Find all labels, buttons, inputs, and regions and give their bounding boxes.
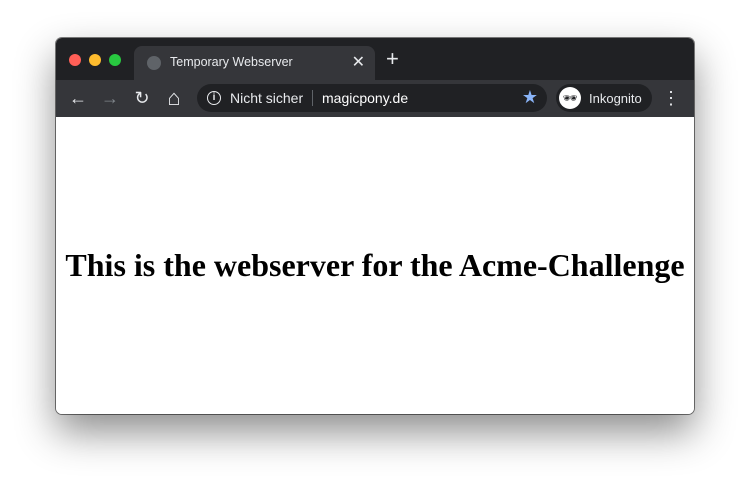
url-text[interactable]: magicpony.de xyxy=(322,90,408,106)
browser-window: Temporary Webserver ✕ + ← → ↻ ⌂ i Nicht … xyxy=(56,38,694,414)
info-icon[interactable]: i xyxy=(207,91,221,105)
incognito-label: Inkognito xyxy=(589,91,642,106)
forward-button[interactable]: → xyxy=(98,86,122,110)
incognito-icon: 🕶 xyxy=(559,87,581,109)
divider xyxy=(312,90,313,106)
address-bar[interactable]: i Nicht sicher magicpony.de ★ xyxy=(197,84,547,112)
tab-close-icon[interactable]: ✕ xyxy=(352,52,365,72)
home-button[interactable]: ⌂ xyxy=(162,86,186,110)
tab-strip: Temporary Webserver ✕ + xyxy=(56,38,694,80)
toolbar: ← → ↻ ⌂ i Nicht sicher magicpony.de ★ 🕶 … xyxy=(56,80,694,117)
new-tab-button[interactable]: + xyxy=(386,48,399,70)
zoom-window-button[interactable] xyxy=(109,54,121,66)
tab-title: Temporary Webserver xyxy=(170,55,293,69)
incognito-profile-button[interactable]: 🕶 Inkognito xyxy=(556,84,652,112)
security-label[interactable]: Nicht sicher xyxy=(230,90,303,106)
globe-icon xyxy=(147,56,161,70)
reload-button[interactable]: ↻ xyxy=(130,86,154,110)
tab-active[interactable]: Temporary Webserver ✕ xyxy=(134,46,375,80)
minimize-window-button[interactable] xyxy=(89,54,101,66)
page-heading: This is the webserver for the Acme-Chall… xyxy=(65,247,685,283)
back-button[interactable]: ← xyxy=(66,86,90,110)
bookmark-star-icon[interactable]: ★ xyxy=(522,87,538,108)
close-window-button[interactable] xyxy=(69,54,81,66)
menu-kebab-icon[interactable]: ⋮ xyxy=(662,86,680,110)
page-content: This is the webserver for the Acme-Chall… xyxy=(56,117,694,414)
